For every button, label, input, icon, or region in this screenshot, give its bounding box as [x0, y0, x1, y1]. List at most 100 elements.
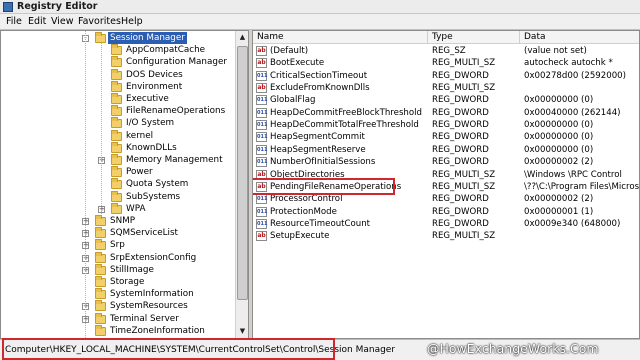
menu-file[interactable]: File — [3, 15, 25, 28]
registry-value-row[interactable]: ab SetupExecute REG_MULTI_SZ — [253, 230, 639, 242]
folder-icon — [111, 166, 122, 178]
tree-item[interactable]: SubSystems — [1, 190, 236, 203]
column-header-type[interactable]: Type — [428, 31, 520, 44]
tree-item[interactable]: Power — [1, 166, 236, 178]
registry-value-row[interactable]: 011 ResourceTimeoutCount REG_DWORD 0x0009e3… — [253, 218, 639, 230]
tree-item-label: Quota System — [126, 179, 189, 190]
watermark: @HowExchangeWorks.Com — [427, 341, 599, 356]
folder-icon — [111, 44, 122, 56]
folder-icon — [95, 288, 106, 300]
value-name: ExcludeFromKnownDlls — [270, 83, 370, 94]
column-header-data[interactable]: Data — [520, 31, 639, 44]
tree-item[interactable]: FileRenameOperations — [1, 105, 236, 117]
value-name: ProtectionMode — [270, 206, 337, 217]
folder-icon — [111, 178, 122, 190]
string-value-icon: ab — [256, 46, 267, 56]
value-name: CriticalSectionTimeout — [270, 70, 368, 81]
registry-value-list[interactable]: Name Type Data ab (Default) REG_SZ (value n… — [252, 30, 640, 339]
registry-value-row[interactable]: 011 CriticalSectionTimeout REG_DWORD 0x0027… — [253, 70, 639, 82]
tree-item[interactable]: + SystemResources — [1, 300, 236, 312]
tree-item[interactable]: I/O System — [1, 117, 236, 129]
scroll-thumb[interactable] — [237, 46, 248, 300]
registry-value-row[interactable]: 011 HeapDeCommitTotalFreeThreshold REG_DWO… — [253, 119, 639, 131]
value-name: GlobalFlag — [270, 95, 316, 106]
column-header-name[interactable]: Name — [253, 31, 428, 44]
tree-item-label: Power — [126, 167, 153, 178]
tree-item[interactable]: Configuration Manager — [1, 56, 236, 68]
tree-item[interactable]: DOS Devices — [1, 68, 236, 81]
binary-value-icon: 011 — [256, 132, 268, 143]
value-data: 0x00000001 (1) — [524, 206, 594, 217]
folder-icon — [95, 263, 106, 275]
tree-item-label: SQMServiceList — [110, 228, 178, 239]
value-data: (value not set) — [524, 46, 587, 56]
value-name: HeapSegmentReserve — [270, 144, 366, 155]
tree-item[interactable]: + Srp — [1, 239, 236, 251]
tree-item[interactable]: + SNMP — [1, 215, 236, 227]
value-type: REG_DWORD — [432, 120, 489, 131]
scroll-down-icon[interactable]: ▼ — [236, 325, 249, 338]
tree-item[interactable]: - Session Manager — [1, 32, 236, 44]
tree-item[interactable]: AppCompatCache — [1, 44, 236, 56]
registry-value-row[interactable]: ab ExcludeFromKnownDlls REG_MULTI_SZ — [253, 82, 639, 94]
folder-icon — [95, 32, 106, 43]
registry-value-row[interactable]: 011 HeapDeCommitFreeBlockThreshold REG_DWO… — [253, 107, 639, 119]
registry-value-row[interactable]: 011 NumberOfInitialSessions REG_DWORD 0x000… — [253, 156, 639, 168]
registry-value-row[interactable]: 011 HeapSegmentCommit REG_DWORD 0x00000000 … — [253, 131, 639, 143]
tree-item[interactable]: KnownDLLs — [1, 141, 236, 154]
tree-item[interactable]: kernel — [1, 129, 236, 142]
folder-icon — [111, 190, 122, 202]
tree-item-label: Configuration Manager — [126, 57, 228, 68]
folder-icon — [111, 129, 122, 141]
tree-item[interactable]: + Terminal Server — [1, 312, 236, 325]
tree-item[interactable]: + StillImage — [1, 263, 236, 276]
tree-scrollbar[interactable]: ▲ ▼ — [235, 31, 248, 338]
menu-edit[interactable]: Edit — [25, 15, 49, 28]
tree-item-label: Srp — [110, 240, 125, 251]
binary-value-icon: 011 — [256, 157, 268, 168]
value-data: 0x00000000 (0) — [524, 95, 594, 106]
menu-favorites[interactable]: Favorites — [75, 15, 124, 28]
binary-value-icon: 011 — [256, 206, 268, 217]
menu-help[interactable]: Help — [118, 15, 146, 28]
folder-icon — [95, 300, 106, 312]
tree-item-label: SNMP — [110, 216, 136, 226]
folder-icon — [95, 215, 106, 226]
tree-item[interactable]: SystemInformation — [1, 288, 236, 300]
tree-item-label: SystemInformation — [110, 289, 194, 300]
registry-key-tree[interactable]: - Session Manager AppCompatCache Configurat… — [0, 30, 249, 339]
registry-value-row[interactable]: ab (Default) REG_SZ (value not set) — [253, 45, 639, 57]
tree-item-label: Storage — [110, 277, 145, 287]
registry-value-row[interactable]: 011 ProtectionMode REG_DWORD 0x00000001 (1) — [253, 206, 639, 218]
registry-value-row[interactable]: 011 ProcessorControl REG_DWORD 0x00000002 (… — [253, 193, 639, 205]
title-bar: Registry Editor — [0, 0, 640, 14]
scroll-up-icon[interactable]: ▲ — [236, 31, 249, 44]
tree-guide-line — [85, 31, 86, 338]
tree-item[interactable]: TimeZoneInformation — [1, 324, 236, 337]
tree-item[interactable]: Environment — [1, 80, 236, 93]
menu-view[interactable]: View — [48, 15, 77, 28]
registry-value-row[interactable]: ab BootExecute REG_MULTI_SZ autocheck autoc… — [253, 57, 639, 69]
registry-value-row[interactable]: 011 HeapSegmentReserve REG_DWORD 0x00000000… — [253, 144, 639, 156]
value-data: \Windows \RPC Control — [524, 169, 622, 180]
value-name: HeapSegmentCommit — [270, 132, 365, 143]
registry-value-row[interactable]: 011 GlobalFlag REG_DWORD 0x00000000 (0) — [253, 94, 639, 106]
value-name: ResourceTimeoutCount — [270, 218, 371, 229]
tree-item[interactable]: + WPA — [1, 202, 236, 215]
binary-value-icon: 011 — [256, 218, 268, 229]
folder-icon — [111, 93, 122, 104]
value-type: REG_DWORD — [432, 70, 489, 81]
folder-icon — [95, 324, 106, 336]
tree-item[interactable]: + SrpExtensionConfig — [1, 251, 236, 264]
tree-item[interactable]: Executive — [1, 93, 236, 105]
tree-item[interactable]: + Memory Management — [1, 154, 236, 166]
tree-item-label: Environment — [126, 81, 183, 92]
value-type: REG_MULTI_SZ — [432, 83, 496, 94]
value-type: REG_DWORD — [432, 157, 489, 168]
binary-value-icon: 011 — [256, 70, 268, 81]
value-data: 0x00000000 (0) — [524, 132, 594, 143]
tree-item[interactable]: Quota System — [1, 178, 236, 190]
tree-item[interactable]: Storage — [1, 276, 236, 288]
tree-item[interactable]: + SQMServiceList — [1, 227, 236, 239]
value-type: REG_DWORD — [432, 107, 489, 118]
